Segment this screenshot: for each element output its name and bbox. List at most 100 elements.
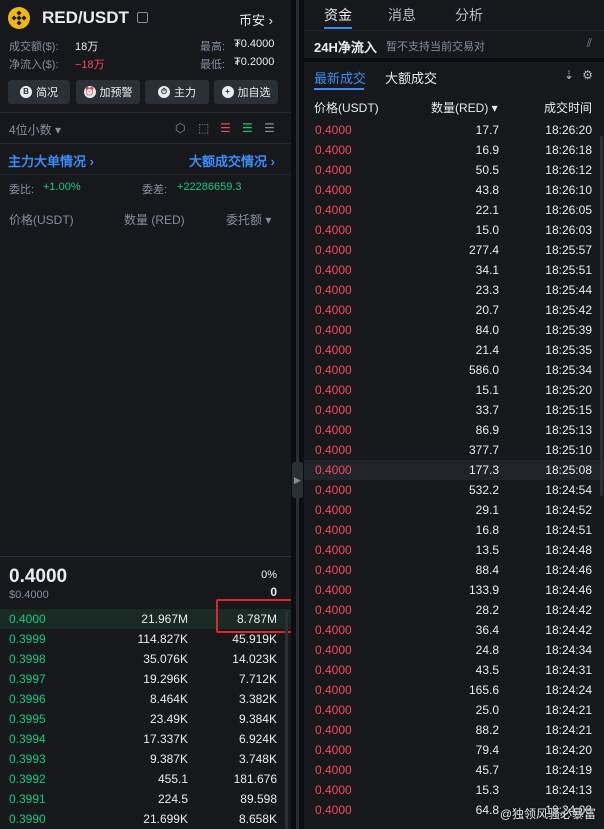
trade-qty: 34.1 <box>475 263 499 277</box>
trade-time: 18:24:51 <box>545 523 592 537</box>
trade-row[interactable]: 0.4000 15.0 18:26:03 <box>304 220 604 240</box>
trade-row[interactable]: 0.4000 88.2 18:24:21 <box>304 720 604 740</box>
trade-row[interactable]: 0.4000 50.5 18:26:12 <box>304 160 604 180</box>
filter-icon[interactable]: ⇣ <box>564 68 574 82</box>
overview-button[interactable]: B 简况 <box>8 80 70 104</box>
trade-qty: 15.3 <box>475 783 499 797</box>
trade-row[interactable]: 0.4000 20.7 18:25:42 <box>304 300 604 320</box>
trade-time: 18:24:31 <box>545 663 592 677</box>
trade-row[interactable]: 0.4000 23.3 18:25:44 <box>304 280 604 300</box>
bid-row[interactable]: 0.3995 23.49K 9.384K <box>0 709 291 729</box>
trade-row[interactable]: 0.4000 15.3 18:24:13 <box>304 780 604 800</box>
left-panel: RED/USDT 币安 › 成交额($): 18万 净流入($): −18万 最… <box>0 0 293 829</box>
both-book-icon[interactable]: ☰ <box>264 121 275 135</box>
scrollbar[interactable] <box>285 610 288 829</box>
bid-row[interactable]: 0.3993 9.387K 3.748K <box>0 749 291 769</box>
trade-price: 0.4000 <box>315 663 352 677</box>
trade-row[interactable]: 0.4000 15.1 18:25:20 <box>304 380 604 400</box>
trade-row[interactable]: 0.4000 43.8 18:26:10 <box>304 180 604 200</box>
trade-row[interactable]: 0.4000 277.4 18:25:57 <box>304 240 604 260</box>
bid-row[interactable]: 0.3998 35.076K 14.023K <box>0 649 291 669</box>
bid-row[interactable]: 0.3997 19.296K 7.712K <box>0 669 291 689</box>
subtab-latest-trades[interactable]: 最新成交 <box>314 68 366 87</box>
trade-row[interactable]: 0.4000 16.9 18:26:18 <box>304 140 604 160</box>
subtab-large-trades[interactable]: 大额成交 <box>385 68 437 87</box>
export-icon[interactable]: ⬚ <box>198 121 209 135</box>
buy-book-icon[interactable]: ☰ <box>242 121 253 135</box>
panel-divider[interactable]: ▶ <box>291 0 304 829</box>
trade-qty: 377.7 <box>468 443 499 457</box>
trade-row[interactable]: 0.4000 43.5 18:24:31 <box>304 660 604 680</box>
trade-row[interactable]: 0.4000 34.1 18:25:51 <box>304 260 604 280</box>
expand-handle-icon[interactable]: ▶ <box>292 462 303 498</box>
trade-row[interactable]: 0.4000 177.3 18:25:08 <box>304 460 604 480</box>
chart-icon[interactable]: ⫽ <box>587 36 592 51</box>
trade-row[interactable]: 0.4000 28.2 18:24:42 <box>304 600 604 620</box>
bid-row[interactable]: 0.3992 455.1 181.676 <box>0 769 291 789</box>
settings-icon[interactable]: ⬡ <box>175 121 185 135</box>
tab-news[interactable]: 消息 <box>388 5 416 25</box>
copy-icon[interactable] <box>137 12 148 23</box>
trade-row[interactable]: 0.4000 17.7 18:26:20 <box>304 120 604 140</box>
sell-book-icon[interactable]: ☰ <box>220 121 231 135</box>
chevron-right-icon: › <box>268 13 273 28</box>
trade-row[interactable]: 0.4000 21.4 18:25:35 <box>304 340 604 360</box>
trade-row[interactable]: 0.4000 24.8 18:24:34 <box>304 640 604 660</box>
trade-price: 0.4000 <box>315 163 352 177</box>
precision-selector[interactable]: 4位小数 ▾ <box>9 121 61 138</box>
add-favorite-label: 加自选 <box>237 87 271 99</box>
trade-row[interactable]: 0.4000 22.1 18:26:05 <box>304 200 604 220</box>
col-amount-header[interactable]: 委托额 ▾ <box>226 211 271 228</box>
binance-b-icon: B <box>20 86 32 98</box>
bid-row[interactable]: 0.3994 17.337K 6.924K <box>0 729 291 749</box>
trade-price: 0.4000 <box>315 363 352 377</box>
trade-row[interactable]: 0.4000 29.1 18:24:52 <box>304 500 604 520</box>
bid-total: 7.712K <box>238 672 277 686</box>
trade-row[interactable]: 0.4000 79.4 18:24:20 <box>304 740 604 760</box>
trade-row[interactable]: 0.4000 45.7 18:24:19 <box>304 760 604 780</box>
main-order-link[interactable]: 主力大单情况 › <box>8 151 94 170</box>
exchange-selector[interactable]: 币安 › <box>239 10 273 29</box>
trade-row[interactable]: 0.4000 84.0 18:25:39 <box>304 320 604 340</box>
trade-row[interactable]: 0.4000 88.4 18:24:46 <box>304 560 604 580</box>
trade-row[interactable]: 0.4000 377.7 18:25:10 <box>304 440 604 460</box>
trade-qty: 21.4 <box>475 343 499 357</box>
tab-analysis[interactable]: 分析 <box>455 5 483 25</box>
trade-qty: 43.8 <box>475 183 499 197</box>
divider <box>0 143 291 144</box>
change-pct: 0% <box>261 569 277 581</box>
trade-time: 18:25:10 <box>545 443 592 457</box>
trade-qty: 22.1 <box>475 203 499 217</box>
trade-row[interactable]: 0.4000 86.9 18:25:13 <box>304 420 604 440</box>
gear-icon[interactable]: ⚙ <box>582 68 593 82</box>
add-favorite-button[interactable]: + 加自选 <box>214 80 278 104</box>
trade-row[interactable]: 0.4000 13.5 18:24:48 <box>304 540 604 560</box>
trade-price: 0.4000 <box>315 443 352 457</box>
trade-time: 18:25:35 <box>545 343 592 357</box>
trade-row[interactable]: 0.4000 586.0 18:25:34 <box>304 360 604 380</box>
bid-price: 0.3996 <box>9 692 46 706</box>
trade-time: 18:25:08 <box>545 463 592 477</box>
scrollbar[interactable] <box>600 136 603 496</box>
overview-label: 简况 <box>36 87 58 99</box>
large-trade-link[interactable]: 大额成交情况 › <box>189 151 275 170</box>
bid-row[interactable]: 0.3990 21.699K 8.658K <box>0 809 291 829</box>
trade-row[interactable]: 0.4000 133.9 18:24:46 <box>304 580 604 600</box>
trade-row[interactable]: 0.4000 25.0 18:24:21 <box>304 700 604 720</box>
trade-col-qty[interactable]: 数量(RED) ▾ <box>431 99 498 116</box>
trade-row[interactable]: 0.4000 16.8 18:24:51 <box>304 520 604 540</box>
trade-row[interactable]: 0.4000 165.6 18:24:24 <box>304 680 604 700</box>
turnover-label: 成交额($): <box>9 41 59 53</box>
trade-price: 0.4000 <box>315 123 352 137</box>
trade-row[interactable]: 0.4000 33.7 18:25:15 <box>304 400 604 420</box>
trade-row[interactable]: 0.4000 532.2 18:24:54 <box>304 480 604 500</box>
bid-row[interactable]: 0.3996 8.464K 3.382K <box>0 689 291 709</box>
trade-time: 18:24:13 <box>545 783 592 797</box>
bid-row[interactable]: 0.3991 224.5 89.598 <box>0 789 291 809</box>
add-alert-button[interactable]: ⏰ 加预警 <box>76 80 140 104</box>
divider <box>304 30 604 31</box>
tab-funds[interactable]: 资金 <box>324 5 352 25</box>
main-force-button[interactable]: ⏱ 主力 <box>145 80 209 104</box>
trade-row[interactable]: 0.4000 36.4 18:24:42 <box>304 620 604 640</box>
bid-total: 89.598 <box>240 792 277 806</box>
